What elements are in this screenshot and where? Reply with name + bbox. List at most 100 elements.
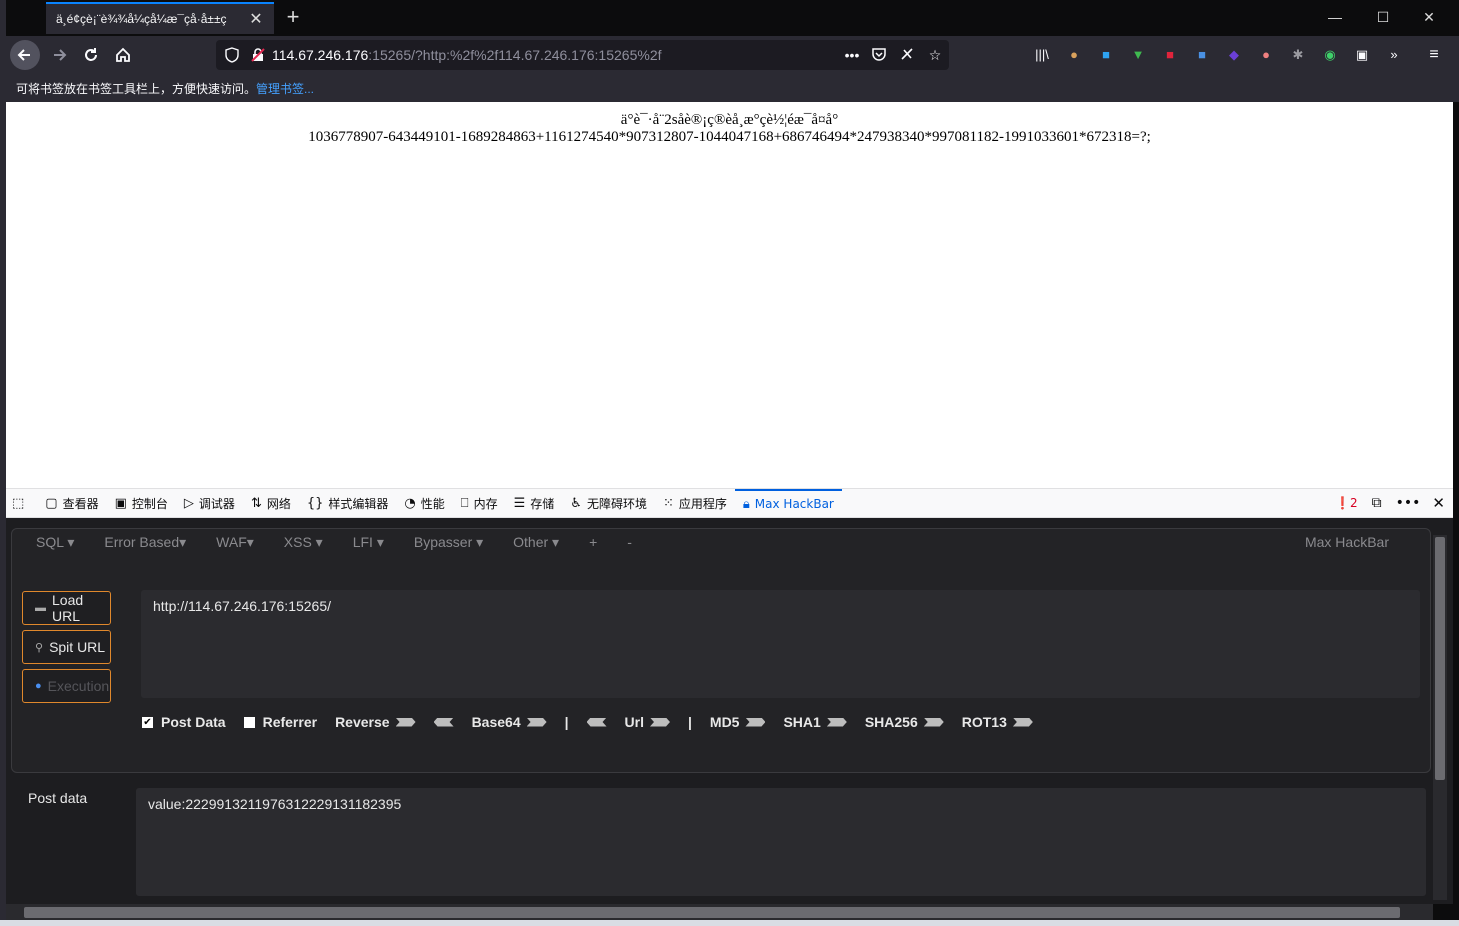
menu-sql[interactable]: SQL ▾ <box>36 534 74 551</box>
execution-label: Execution <box>47 678 110 694</box>
error-count: 2 <box>1350 496 1358 510</box>
pocket-icon[interactable] <box>865 46 893 65</box>
style-editor-icon: {} <box>306 495 324 511</box>
reload-button[interactable] <box>76 40 106 70</box>
new-tab-button[interactable]: + <box>278 4 308 32</box>
menu-remove[interactable]: - <box>627 534 632 551</box>
arrow-right-icon <box>826 717 847 727</box>
error-count-badge[interactable]: ❗2 <box>1335 496 1358 510</box>
reverse-button[interactable]: Reverse <box>335 714 416 730</box>
close-window-button[interactable]: ✕ <box>1406 0 1452 34</box>
network-icon: ⇅ <box>250 495 262 511</box>
inspector-icon: ▢ <box>45 495 58 511</box>
referrer-checkbox[interactable]: Referrer <box>243 714 317 730</box>
menu-bypasser[interactable]: Bypasser ▾ <box>414 534 483 551</box>
split-url-button[interactable]: ⚲ Spit URL <box>22 630 111 664</box>
menu-lfi[interactable]: LFI ▾ <box>353 534 384 551</box>
devtools-menu-icon[interactable]: ••• <box>1396 495 1421 511</box>
back-button[interactable] <box>10 40 40 70</box>
post-data-textarea[interactable]: value:2229913211976312229131182395 <box>136 788 1426 896</box>
console-icon: ▣ <box>114 495 127 511</box>
minimize-button[interactable]: — <box>1312 0 1358 34</box>
hackbar-icon: 🔒︎ <box>742 496 750 512</box>
horizontal-scrollbar[interactable] <box>6 904 1433 920</box>
menu-other[interactable]: Other ▾ <box>513 534 559 551</box>
menu-waf[interactable]: WAF▾ <box>216 534 254 551</box>
element-picker-button[interactable]: ⬚ <box>6 489 37 517</box>
sha256-button[interactable]: SHA256 <box>865 714 944 730</box>
tab-performance[interactable]: ◔ 性能 <box>396 489 452 517</box>
tab-storage[interactable]: ☰ 存储 <box>506 489 563 517</box>
tab-label: 控制台 <box>131 496 168 511</box>
tab-application[interactable]: ⁙ 应用程序 <box>655 489 735 517</box>
extension-glasses-icon[interactable]: ▣ <box>1352 45 1372 65</box>
extension-shield-icon[interactable]: ▼ <box>1128 45 1148 65</box>
manage-bookmarks-link[interactable]: 管理书签... <box>256 80 314 97</box>
tab-label: 查看器 <box>62 496 99 511</box>
challenge-expression: 1036778907-643449101-1689284863+11612745… <box>308 129 1151 145</box>
devtools-close-icon[interactable]: ✕ <box>1432 494 1445 512</box>
hackbar-brand: Max HackBar <box>1304 534 1389 550</box>
maximize-button[interactable]: ☐ <box>1360 0 1406 34</box>
tab-memory[interactable]: ⎕ 内存 <box>453 489 506 517</box>
md5-label: MD5 <box>709 714 740 730</box>
tab-debugger[interactable]: ▷ 调试器 <box>176 489 243 517</box>
url-textarea[interactable]: http://114.67.246.176:15265/ <box>141 590 1420 698</box>
devtools-toolbar: ⬚ ▢ 查看器 ▣ 控制台 ▷ 调试器 ⇅ 网络 {} 样式编辑器 ◔ 性能 ⎕ 内存 ☰ 存储… <box>6 488 1453 518</box>
hackbar-options: ✔ Post Data Referrer Reverse Base64 | Url… <box>142 714 1051 730</box>
md5-button[interactable]: MD5 <box>710 714 766 730</box>
bookmark-star-icon[interactable]: ☆ <box>921 47 949 64</box>
tab-max-hackbar[interactable]: 🔒︎ Max HackBar <box>734 489 842 517</box>
arrow-right-icon <box>1012 717 1033 727</box>
tab-label: 调试器 <box>198 496 235 511</box>
no-script-icon[interactable] <box>893 46 921 65</box>
vertical-scrollbar[interactable] <box>1433 535 1447 900</box>
tab-close-icon[interactable]: ✕ <box>248 9 264 29</box>
hamburger-menu-icon[interactable]: ≡ <box>1424 45 1444 65</box>
horizontal-scroll-thumb[interactable] <box>24 907 1400 918</box>
post-data-checkbox[interactable]: ✔ Post Data <box>142 714 226 730</box>
url-path: :15265/?http:%2f%2f114.67.246.176:15265%… <box>368 47 662 63</box>
sha1-button[interactable]: SHA1 <box>783 714 847 730</box>
rot13-label: ROT13 <box>961 714 1007 730</box>
dock-side-icon[interactable]: ⧉ <box>1372 495 1382 511</box>
library-icon[interactable]: |||\ <box>1032 45 1052 65</box>
tab-console[interactable]: ▣ 控制台 <box>107 489 176 517</box>
extension-lock-icon[interactable]: ■ <box>1160 45 1180 65</box>
base64-decode-button[interactable] <box>433 717 454 727</box>
active-tab[interactable]: ä¸é¢çè¡¨è¾¾å¼çå¼æ¯çå·å±±ç ✕ <box>46 2 274 34</box>
tab-network[interactable]: ⇅ 网络 <box>243 489 299 517</box>
insecure-lock-icon[interactable] <box>250 47 266 63</box>
arrow-left-icon <box>586 717 607 727</box>
tab-inspector[interactable]: ▢ 查看器 <box>37 489 106 517</box>
extension-diamond-icon[interactable]: ◆ <box>1224 45 1244 65</box>
url-decode-button[interactable] <box>586 717 607 727</box>
url-label: Url <box>624 714 644 730</box>
menu-add[interactable]: + <box>589 534 597 551</box>
rot13-button[interactable]: ROT13 <box>962 714 1033 730</box>
tab-accessibility[interactable]: ♿ 无障碍环境 <box>562 489 655 517</box>
extension-pin-icon[interactable]: ● <box>1256 45 1276 65</box>
overflow-chevron-icon[interactable]: » <box>1384 45 1404 65</box>
tracking-shield-icon[interactable] <box>224 47 240 63</box>
tab-label: 内存 <box>473 496 498 511</box>
post-data-label: Post data <box>28 790 88 806</box>
base64-encode-button[interactable]: Base64 <box>472 714 547 730</box>
unchecked-icon <box>243 716 255 728</box>
extension-ring-icon[interactable]: ◉ <box>1320 45 1340 65</box>
forward-button[interactable] <box>44 40 74 70</box>
execution-button[interactable]: ● Execution <box>22 669 111 703</box>
extension-check-icon[interactable]: ■ <box>1192 45 1212 65</box>
url-encode-button[interactable]: Url <box>625 714 670 730</box>
home-button[interactable] <box>108 40 138 70</box>
menu-error-based[interactable]: Error Based▾ <box>104 534 186 551</box>
page-actions-icon[interactable]: ••• <box>839 47 865 63</box>
url-bar[interactable]: 114.67.246.176:15265/?http:%2f%2f114.67.… <box>216 40 949 70</box>
extension-ghost-icon[interactable]: ■ <box>1096 45 1116 65</box>
tab-style-editor[interactable]: {} 样式编辑器 <box>299 489 397 517</box>
extension-fox-icon[interactable]: ● <box>1064 45 1084 65</box>
menu-xss[interactable]: XSS ▾ <box>284 534 323 551</box>
vertical-scroll-thumb[interactable] <box>1435 537 1445 780</box>
extension-puzzle-icon[interactable]: ✱ <box>1288 45 1308 65</box>
load-url-button[interactable]: ▬ Load URL <box>22 591 111 625</box>
